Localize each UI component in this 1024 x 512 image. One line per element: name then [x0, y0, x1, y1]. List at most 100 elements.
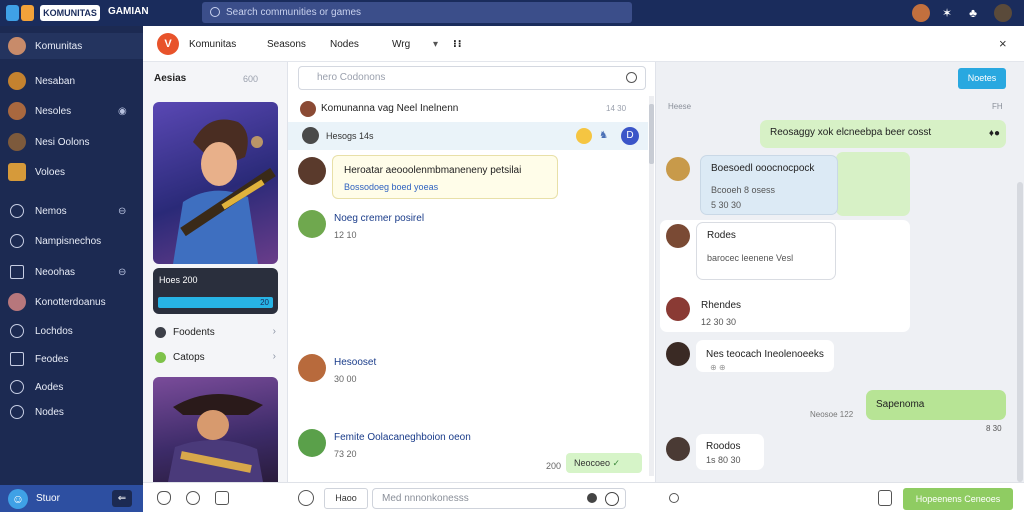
chevron-down-icon[interactable]: ▾: [433, 39, 438, 50]
reaction-icon[interactable]: ♞: [599, 130, 608, 141]
tab-seasons[interactable]: Seasons: [267, 39, 306, 50]
home-icon: [10, 265, 24, 279]
avatar: [666, 224, 690, 248]
message-bubble[interactable]: Heroatar aeooolenmbmaneneny petsilai Bos…: [332, 155, 558, 199]
avatar: [8, 37, 26, 55]
chat-search-placeholder: hero Codonons: [317, 72, 386, 83]
global-search-input[interactable]: Search communities or games: [202, 2, 632, 23]
app-logo-icon[interactable]: [6, 5, 34, 21]
sidebar-item-nesaban[interactable]: Nesaban: [0, 68, 143, 94]
sidebar-item-konotterdoanus[interactable]: Konotterdoanus: [0, 289, 143, 315]
settings-icon: ⊖: [118, 205, 127, 217]
attach-icon[interactable]: [605, 492, 619, 506]
discord-icon[interactable]: D: [621, 127, 639, 145]
thread-header[interactable]: Komunanna vag Neel Inelnenn 14 30: [288, 96, 648, 122]
tab-komunitas[interactable]: Komunitas: [189, 39, 236, 50]
message-meta: 30 00: [334, 374, 357, 384]
games-row-foodents[interactable]: Foodents ›: [153, 323, 278, 343]
game-card-cowboy[interactable]: [153, 377, 278, 482]
tab-wrg[interactable]: Wrg: [392, 39, 410, 50]
message-bubble[interactable]: Boesoedl ooocnocpock Bcooeh 8 osess 5 30…: [700, 155, 838, 215]
message-text: Roodos: [706, 441, 741, 452]
format-button[interactable]: Haoo: [324, 488, 368, 509]
image-icon[interactable]: [215, 491, 229, 505]
chat-list-scrollbar[interactable]: [649, 96, 654, 476]
shield-icon[interactable]: [157, 491, 171, 505]
sidebar-item-label: Nodes: [35, 406, 64, 418]
message-bubble[interactable]: Sapenoma: [866, 390, 1006, 420]
message-author: Noeg cremer posirel: [334, 213, 425, 224]
notes-button[interactable]: Noetes: [958, 68, 1006, 89]
sidebar-item-nesi-oolons[interactable]: Nesi Oolons: [0, 129, 143, 155]
sidebar-item-lochdos[interactable]: Lochdos: [0, 318, 143, 344]
message-text: Reosaggy xok elcneebpa beer cosst: [770, 127, 932, 138]
tab-nodes[interactable]: Nodes: [330, 39, 359, 50]
conversation-scrollbar[interactable]: [1017, 182, 1023, 482]
emoji-icon[interactable]: [298, 490, 314, 506]
avatar: [666, 157, 690, 181]
sidebar-item-nesoles[interactable]: Nesoles ◉: [0, 98, 143, 124]
mic-icon[interactable]: [587, 493, 597, 503]
message-meta: Bcooeh 8 osess: [711, 185, 776, 195]
emoji-icon[interactable]: [576, 128, 592, 144]
message-author: Femite Oolacaneghboion oeon: [334, 432, 471, 443]
community-logo-icon[interactable]: V: [157, 33, 179, 55]
message-bubble[interactable]: Rodes barocec leenene Vesl: [696, 222, 836, 280]
message-text: Boesoedl ooocnocpock: [711, 163, 815, 174]
sidebar-item-nampisnechos[interactable]: Nampisnechos: [0, 228, 143, 254]
collapse-sidebar-button[interactable]: ⇐: [112, 490, 132, 507]
sidebar-item-komunitas[interactable]: Komunitas: [0, 33, 143, 59]
chat-search-input[interactable]: hero Codonons: [298, 66, 646, 90]
game-card-footer[interactable]: Hoes 200 20: [153, 268, 278, 314]
games-row-label: Foodents: [173, 327, 215, 338]
record-icon[interactable]: [186, 491, 200, 505]
sidebar-item-nemos[interactable]: Nemos ⊖: [0, 198, 143, 224]
avatar: [298, 429, 326, 457]
avatar: [300, 101, 316, 117]
send-button[interactable]: Hopeenens Ceneoes: [903, 488, 1013, 510]
reply-chip[interactable]: Neocoeo ✓: [566, 453, 642, 473]
message-text: Sapenoma: [876, 399, 925, 410]
game-card-hero[interactable]: [153, 102, 278, 264]
puzzle-icon[interactable]: ✶: [938, 4, 956, 22]
user-avatar-icon[interactable]: ☺: [8, 489, 28, 509]
profile-avatar[interactable]: [994, 4, 1012, 22]
message-input[interactable]: Med nnnonkonesss: [372, 488, 626, 509]
notification-icon[interactable]: ♣: [964, 4, 982, 22]
search-icon: [210, 7, 220, 17]
reply-chip-label: Neocoeo: [574, 458, 611, 468]
message-bubble[interactable]: Nes teocach Ineolenoeeks ⊕ ⊕: [696, 340, 834, 372]
games-row-catops[interactable]: Catops ›: [153, 348, 278, 368]
brand-name: GAMIAN: [108, 6, 149, 17]
avatar[interactable]: [912, 4, 930, 22]
message-meta: 12 10: [334, 230, 357, 240]
compass-icon: [10, 380, 24, 394]
sidebar-item-feodes[interactable]: Feodes: [0, 346, 143, 372]
gear-icon: [10, 405, 24, 419]
thread-subheader[interactable]: Hesogs 14s ♞ D: [288, 122, 648, 150]
sidebar-item-voloes[interactable]: Voloes: [0, 159, 143, 185]
sticker-icon[interactable]: [878, 490, 892, 506]
tab-header: V Komunitas Seasons Nodes Wrg ▾ ⁝⁝ ×: [143, 26, 1024, 62]
games-panel: Aesias 600 Hoes 200 20 Foodents › Catops…: [143, 62, 288, 482]
avatar: [302, 127, 319, 144]
games-title: Aesias: [154, 73, 187, 84]
avatar: [298, 354, 326, 382]
brand-pill[interactable]: KOMUNITAS: [40, 5, 100, 21]
close-icon[interactable]: ×: [999, 36, 1007, 51]
sidebar-footer-label: Stuor: [36, 493, 60, 504]
grid-icon[interactable]: ⁝⁝: [453, 39, 463, 50]
message-text: Rodes: [707, 230, 736, 241]
sidebar-item-nodes[interactable]: Nodes: [0, 399, 143, 425]
avatar: [8, 72, 26, 90]
conversation-label-right: FH: [992, 102, 1003, 111]
avatar: [298, 157, 326, 185]
sidebar-item-neoohas[interactable]: Neoohas ⊖: [0, 259, 143, 285]
message-bubble[interactable]: Roodos 1s 80 30: [696, 434, 764, 470]
circle-icon: [10, 204, 24, 218]
circle-icon: [155, 327, 166, 338]
sidebar-item-aodes[interactable]: Aodes: [0, 374, 143, 400]
message-bubble[interactable]: Reosaggy xok elcneebpa beer cosst ♦●: [760, 120, 1006, 148]
message-link[interactable]: Bossodoeg boed yoeas: [344, 182, 438, 192]
message-meta: 12 30 30: [701, 317, 737, 327]
